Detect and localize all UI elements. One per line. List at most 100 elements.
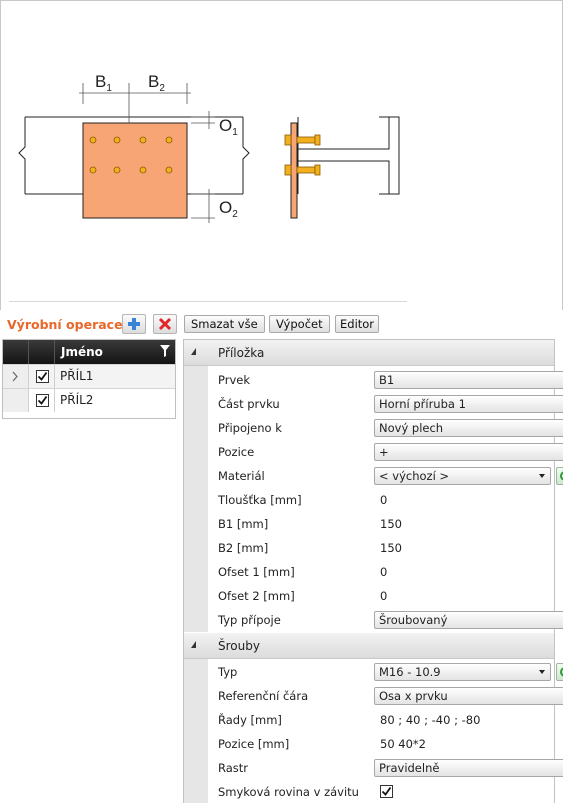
prop-smyk: Smyková rovina v závitu (208, 780, 554, 803)
prop-rastr: Rastr Pravidelně (208, 756, 563, 780)
prop-label: Materiál (218, 469, 265, 483)
cast-prvku-dropdown[interactable]: Horní příruba 1 (374, 395, 563, 413)
add-button[interactable] (122, 314, 146, 334)
prvek-dropdown[interactable]: B1 (374, 371, 563, 389)
category-label: Šrouby (218, 639, 260, 653)
prop-ref-cara: Referenční čára Osa x prvku (208, 684, 563, 708)
column-name-header[interactable]: Jméno (61, 345, 103, 359)
bolt-pozice-value[interactable]: 50 40*2 (380, 737, 426, 751)
row-checkbox[interactable] (36, 370, 49, 383)
prop-label: Smyková rovina v závitu (218, 785, 359, 799)
prop-b2: B2 [mm] 150 (208, 536, 554, 560)
property-grid: Příložka Prvek B1 Část prvku Horní příru… (183, 339, 563, 803)
table-row[interactable]: PŘÍL2 (3, 388, 175, 413)
table-row[interactable]: PŘÍL1 (3, 364, 175, 388)
chevron-down-icon (539, 474, 545, 478)
prop-ofset2: Ofset 2 [mm] 0 (208, 584, 554, 608)
ofset2-value[interactable]: 0 (380, 589, 387, 603)
prop-label: Rastr (218, 761, 249, 775)
pozice-dropdown[interactable]: + (374, 443, 563, 461)
prop-bolt-typ: Typ M16 - 10.9 (208, 660, 563, 684)
refresh-button[interactable] (556, 467, 563, 485)
separator (9, 301, 407, 302)
category-plate[interactable]: Příložka (184, 340, 554, 366)
prop-label: Ofset 1 [mm] (218, 565, 295, 579)
prop-label: Pozice [mm] (218, 737, 290, 751)
section-title: Výrobní operace (7, 317, 123, 332)
typ-pripoje-dropdown[interactable]: Šroubovaný (374, 611, 563, 629)
pripojeno-dropdown[interactable]: Nový plech (374, 419, 563, 437)
prop-prvek: Prvek B1 (208, 368, 563, 392)
material-dropdown[interactable]: < výchozí > (374, 467, 551, 485)
prop-label: Pozice (218, 445, 255, 459)
check-icon (37, 371, 48, 381)
tloustka-value[interactable]: 0 (380, 493, 387, 507)
dimension-o (191, 111, 215, 223)
grid-header: Jméno (3, 340, 175, 364)
row-name: PŘÍL1 (60, 369, 94, 383)
rastr-dropdown[interactable]: Pravidelně (374, 759, 563, 777)
delete-button[interactable] (153, 314, 177, 334)
prop-label: Připojeno k (218, 421, 282, 435)
prop-bolt-pozice: Pozice [mm] 50 40*2 (208, 732, 554, 756)
collapse-triangle-icon[interactable] (191, 641, 196, 648)
prop-rady: Řady [mm] 80 ; 40 ; -40 ; -80 (208, 708, 554, 732)
refresh-icon (560, 471, 563, 481)
bolt-typ-dropdown[interactable]: M16 - 10.9 (374, 663, 551, 681)
refresh-icon (560, 667, 563, 677)
connection-drawing: B1 B2 O1 O2 (18, 72, 400, 223)
prop-typ-pripoje: Typ přípoje Šroubovaný (208, 608, 563, 632)
label-o1: O1 (219, 116, 238, 138)
row-indicator (3, 389, 29, 412)
compute-button[interactable]: Výpočet (269, 315, 330, 333)
prop-pozice: Pozice + (208, 440, 563, 464)
header-check-cell (29, 340, 55, 364)
row-name: PŘÍL2 (60, 393, 94, 407)
prop-ofset1: Ofset 1 [mm] 0 (208, 560, 554, 584)
category-bolts[interactable]: Šrouby (184, 633, 554, 659)
label-b1: B1 (95, 72, 112, 94)
category-gutter (184, 659, 208, 803)
check-icon (37, 395, 48, 405)
prop-label: Prvek (218, 373, 251, 387)
refresh-button[interactable] (556, 663, 563, 681)
row-checkbox[interactable] (36, 394, 49, 407)
chevron-right-icon (12, 371, 18, 382)
prop-label: Referenční čára (218, 689, 309, 703)
red-x-icon (158, 317, 172, 331)
side-bolts (284, 134, 321, 176)
prop-label: B1 [mm] (218, 517, 269, 531)
editor-button[interactable]: Editor (335, 315, 380, 333)
prop-label: Část prvku (218, 397, 280, 411)
chevron-down-icon (539, 670, 545, 674)
label-b2: B2 (148, 72, 165, 94)
smyk-checkbox[interactable] (380, 785, 393, 798)
header-rowhdr-cell (3, 340, 29, 364)
delete-all-button[interactable]: Smazat vše (184, 315, 265, 333)
prop-material: Materiál < výchozí > (208, 464, 563, 488)
prop-label: Typ přípoje (218, 613, 281, 627)
ref-cara-dropdown[interactable]: Osa x prvku (374, 687, 563, 705)
prop-b1: B1 [mm] 150 (208, 512, 554, 536)
b2-value[interactable]: 150 (380, 541, 402, 555)
prop-pripojeno: Připojeno k Nový plech (208, 416, 563, 440)
operations-toolbar: Výrobní operace Smazat vše Výpočet Edito… (0, 312, 563, 338)
label-o2: O2 (219, 198, 238, 220)
prop-label: Ofset 2 [mm] (218, 589, 295, 603)
prop-label: Typ (218, 665, 238, 679)
filter-icon[interactable] (160, 345, 170, 357)
category-gutter (184, 366, 208, 632)
prop-label: Řady [mm] (218, 713, 282, 727)
prop-cast-prvku: Část prvku Horní příruba 1 (208, 392, 563, 416)
prop-tloustka: Tloušťka [mm] 0 (208, 488, 554, 512)
check-icon (381, 786, 392, 796)
b1-value[interactable]: 150 (380, 517, 402, 531)
plus-icon (128, 318, 140, 330)
category-label: Příložka (218, 346, 265, 360)
connection-diagram: B1 B2 O1 O2 (0, 0, 563, 310)
ofset1-value[interactable]: 0 (380, 565, 387, 579)
row-indicator (3, 365, 29, 388)
prop-label: Tloušťka [mm] (218, 493, 302, 507)
collapse-triangle-icon[interactable] (191, 348, 196, 355)
rady-value[interactable]: 80 ; 40 ; -40 ; -80 (380, 713, 480, 727)
